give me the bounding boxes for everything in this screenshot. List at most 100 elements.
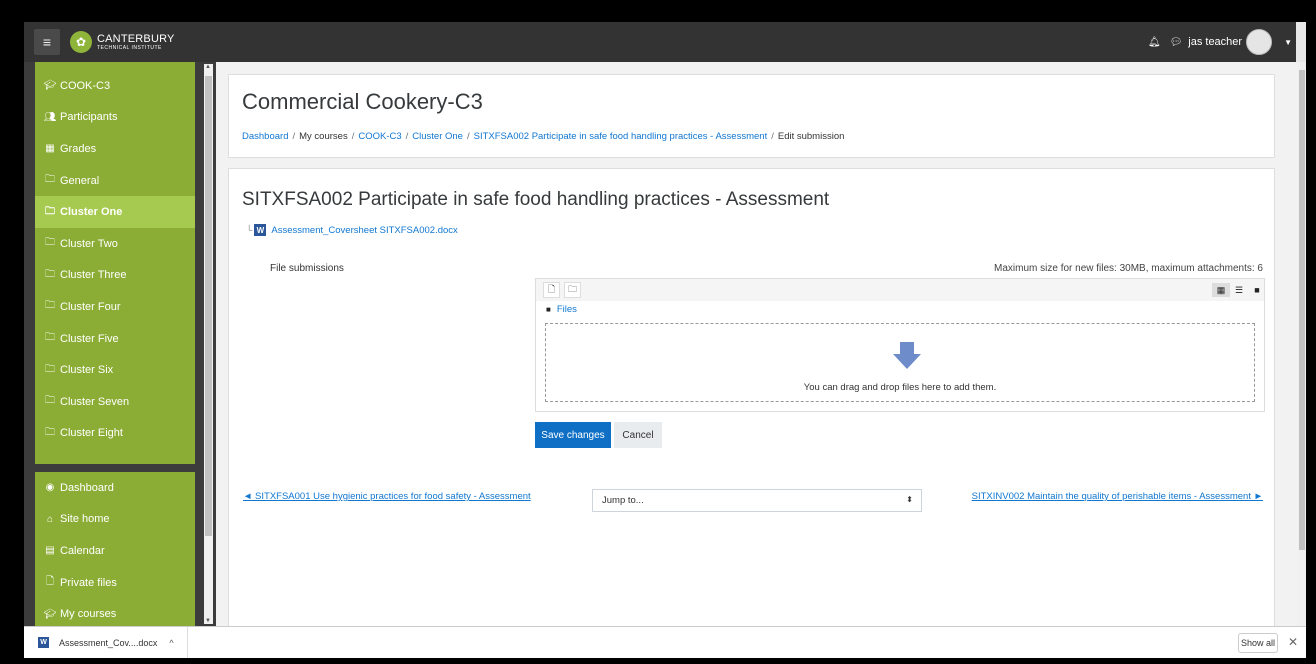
sidebar-item-label: Cluster One [60,206,123,219]
main-scroll-thumb[interactable] [1299,70,1305,550]
chat-bubble-icon[interactable]: 💬︎ [1170,37,1183,48]
max-size-info: Maximum size for new files: 30MB, maximu… [994,263,1263,274]
drop-hint: You can drag and drop files here to add … [803,382,997,393]
view-tree-button[interactable]: ■ [1248,283,1266,297]
show-all-button[interactable]: Show all [1238,633,1278,653]
breadcrumb-assignment[interactable]: SITXFSA002 Participate in safe food hand… [474,131,768,142]
files-path-link[interactable]: Files [557,304,577,315]
graduation-cap-icon: 🎓︎ [43,80,57,92]
file-drop-zone[interactable]: You can drag and drop files here to add … [545,323,1255,402]
folder-icon: 🗀 [45,268,55,280]
bell-icon[interactable]: 🔔︎ [1148,37,1161,48]
folder-icon: 🗀 [45,174,55,186]
sidebar-item-grades[interactable]: ▦ Grades [35,133,195,165]
sidebar-item-cluster-two[interactable]: 🗀 Cluster Two [35,228,195,260]
previous-activity-link[interactable]: ◄ SITXFSA001 Use hygienic practices for … [243,491,531,502]
users-icon: 👥︎ [43,111,57,123]
caret-down-icon[interactable]: ▼ [1284,38,1292,47]
sidebar-item-cluster-eight[interactable]: 🗀 Cluster Eight [35,418,195,450]
create-folder-button[interactable]: 🗀 [564,282,581,298]
sidebar-item-label: Dashboard [60,481,114,494]
menu-toggle-button[interactable]: ≡ [34,29,60,55]
sidebar-item-private-files[interactable]: 🗋 Private files [35,567,195,599]
site-nav: ◉ Dashboard ⌂ Site home ▤ Calendar 🗋 Private fi… [35,472,195,626]
folder-icon: 🗀 [45,363,55,375]
breadcrumb-dashboard[interactable]: Dashboard [242,131,288,142]
folder-icon: 🗀 [567,284,577,294]
sidebar-item-cluster-four[interactable]: 🗀 Cluster Four [35,291,195,323]
sidebar-item-cluster-six[interactable]: 🗀 Cluster Six [35,354,195,386]
jump-to-select[interactable]: Jump to... ⬍ [592,489,922,512]
view-list-button[interactable]: ☰ [1230,283,1248,297]
breadcrumb-course[interactable]: COOK-C3 [358,131,401,142]
add-file-button[interactable]: 🗋 [543,282,560,298]
hamburger-icon: ≡ [42,34,52,50]
page-title: Commercial Cookery-C3 [242,89,483,114]
list-icon: ☰ [1234,284,1244,295]
view-icons-button[interactable]: ▦ [1212,283,1230,297]
page-header: Commercial Cookery-C3 Dashboard / My cours… [228,74,1275,158]
sidebar-scrollbar[interactable]: ▲ ▼ [204,64,213,624]
sidebar-scroll-thumb[interactable] [205,76,212,536]
cancel-button[interactable]: Cancel [614,422,662,448]
breadcrumb: Dashboard / My courses / COOK-C3/Cluster One… [242,131,844,142]
scroll-down-icon[interactable]: ▼ [205,618,211,624]
scroll-up-icon[interactable]: ▲ [205,64,211,70]
sidebar-item-general[interactable]: 🗀 General [35,165,195,197]
folder-icon: 🗀 [45,426,55,438]
word-document-icon: W [38,637,49,648]
attachment-link[interactable]: Assessment_Coversheet SITXFSA002.docx [271,225,457,236]
grid-icon: ▦ [1216,284,1226,295]
sidebar-item-label: General [60,174,100,187]
sidebar-item-label: Cluster Eight [60,427,123,440]
sidebar-item-label: Calendar [60,544,105,557]
sidebar-item-cluster-seven[interactable]: 🗀 Cluster Seven [35,386,195,418]
site-logo[interactable]: ✿ CANTERBURY TECHNICAL INSTITUTE [70,31,175,53]
sidebar-item-label: Cluster Two [60,237,118,250]
main-region: Commercial Cookery-C3 Dashboard / My cours… [216,62,1298,626]
sidebar-item-label: Cluster Three [60,269,127,282]
file-path: ■ Files [546,304,577,315]
dashboard-icon: ◉ [45,482,55,494]
sidebar-item-cluster-one[interactable]: 🗀 Cluster One [35,196,195,228]
sidebar-item-dashboard[interactable]: ◉ Dashboard [35,472,195,504]
save-changes-button[interactable]: Save changes [535,422,611,448]
folder-filled-icon: ■ [546,305,551,314]
sidebar: 🎓︎ COOK-C3 👥︎ Participants ▦ Grades 🗀 General 🗀 C… [24,62,216,626]
sidebar-item-calendar[interactable]: ▤ Calendar [35,535,195,567]
breadcrumb-separator: / [292,131,296,142]
download-bar: W Assessment_Cov....docx ^ Show all ✕ [24,626,1306,658]
sidebar-item-label: Site home [60,513,110,526]
folder-icon: 🗀 [45,332,55,344]
logo-name: CANTERBURY [97,32,175,45]
sidebar-item-label: Grades [60,142,97,155]
sidebar-item-label: COOK-C3 [60,79,111,92]
word-document-icon: W [254,224,267,236]
sidebar-item-cook-c3[interactable]: 🎓︎ COOK-C3 [35,70,195,102]
logo-text: CANTERBURY TECHNICAL INSTITUTE [97,32,175,51]
sidebar-item-label: Cluster Seven [60,395,130,408]
sidebar-item-site-home[interactable]: ⌂ Site home [35,504,195,536]
home-icon: ⌂ [46,513,54,525]
logo-subtitle: TECHNICAL INSTITUTE [97,44,162,51]
sidebar-item-label: Cluster Five [60,332,119,345]
main-scrollbar[interactable] [1298,62,1306,626]
top-navbar: ≡ ✿ CANTERBURY TECHNICAL INSTITUTE 🔔︎ 💬︎… [24,22,1306,62]
avatar[interactable] [1246,29,1273,55]
jump-to-value: Jump to... [602,495,644,506]
user-name[interactable]: jas teacher [1188,36,1242,48]
next-activity-link[interactable]: SITXINV002 Maintain the quality of peris… [972,491,1263,502]
table-icon: ▦ [45,143,55,155]
breadcrumb-separator: / [351,131,355,142]
download-item[interactable]: W Assessment_Cov....docx ^ [24,627,188,658]
select-arrows-icon: ⬍ [906,495,913,504]
close-icon[interactable]: ✕ [1288,635,1298,649]
sidebar-item-cluster-three[interactable]: 🗀 Cluster Three [35,260,195,292]
assignment-card: SITXFSA002 Participate in safe food hand… [228,168,1275,626]
sidebar-item-participants[interactable]: 👥︎ Participants [35,102,195,134]
breadcrumb-my-courses: My courses [299,131,348,142]
sidebar-item-cluster-five[interactable]: 🗀 Cluster Five [35,323,195,355]
caret-up-icon[interactable]: ^ [169,638,173,648]
sidebar-item-label: Private files [60,576,117,589]
breadcrumb-section[interactable]: Cluster One [412,131,463,142]
